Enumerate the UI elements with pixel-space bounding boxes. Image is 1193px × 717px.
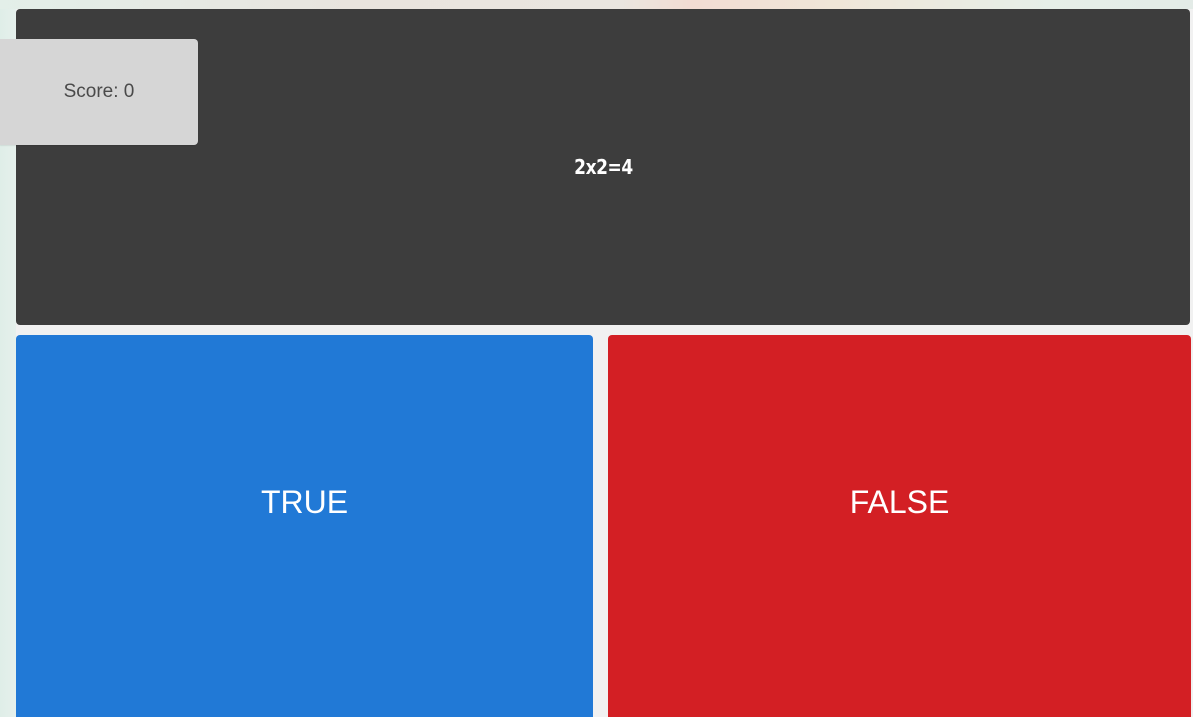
false-button[interactable]: FALSE <box>608 335 1191 717</box>
true-button-label: TRUE <box>260 483 349 520</box>
true-button[interactable]: TRUE <box>16 335 593 717</box>
question-text: 2x2=4 <box>573 155 633 179</box>
false-button-label: FALSE <box>849 483 950 520</box>
score-label: Score: 0 <box>63 81 135 102</box>
score-box: Score: 0 <box>0 39 198 145</box>
background-top-strip <box>0 0 1193 9</box>
